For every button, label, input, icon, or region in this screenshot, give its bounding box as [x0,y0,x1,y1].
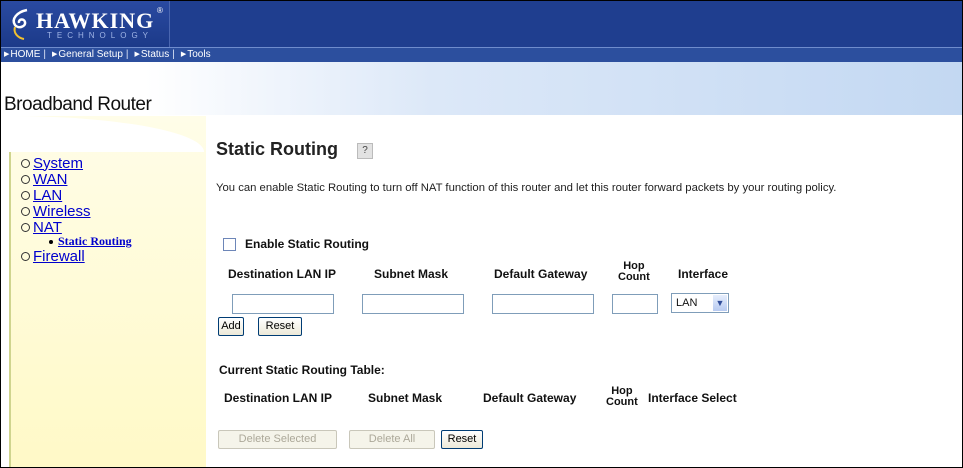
registered-mark: ® [157,6,163,15]
circle-bullet-icon [21,190,30,200]
chevron-down-icon: ▼ [713,295,727,311]
sidebar-item-label: LAN [33,186,63,204]
circle-bullet-icon [21,251,30,261]
default-gateway-input[interactable] [492,294,594,314]
product-title: Broadband Router [4,94,152,115]
dot-bullet-icon [49,239,53,244]
sidebar-item-wireless[interactable]: Wireless [21,202,132,220]
sidebar-item-label: Wireless [33,202,91,220]
sidebar-menu: System WAN LAN Wireless NAT Static Routi… [21,154,132,265]
enable-static-routing: Enable Static Routing [223,237,369,251]
circle-bullet-icon [21,174,30,184]
table-header-gateway: Default Gateway [483,391,577,405]
interface-select-value: LAN [676,297,698,309]
nav-general-setup-label: General Setup [58,49,123,60]
routing-table-title: Current Static Routing Table: [219,363,385,377]
table-header-destination: Destination LAN IP [224,391,333,405]
arrow-right-icon: ▶ [134,51,140,58]
nav-separator: | [172,49,175,60]
hawking-logo: HAWKING TECHNOLOGY ® [1,1,170,47]
reset-button[interactable]: Reset [258,317,302,336]
sidebar-item-nat[interactable]: NAT [21,218,132,236]
column-header-hop-count: Hop Count [618,261,650,283]
column-header-destination: Destination LAN IP [228,267,337,281]
table-header-interface-select: Interface Select [648,391,737,405]
nav-home-label: HOME [10,49,41,60]
page-frame: HAWKING TECHNOLOGY ® ▶HOME | ▶General Setu… [0,0,963,468]
nav-general-setup[interactable]: ▶General Setup [49,48,123,62]
enable-static-routing-checkbox[interactable] [223,237,236,251]
nav-separator: | [125,49,129,60]
sidebar-item-lan[interactable]: LAN [21,186,132,204]
nav-status-label: Status [140,49,170,60]
column-header-interface: Interface [678,267,729,281]
sidebar-item-system[interactable]: System [21,154,132,172]
circle-bullet-icon [21,158,30,168]
top-nav: ▶HOME | ▶General Setup | ▶Status | ▶Tools [1,47,962,62]
arrow-right-icon: ▶ [52,51,58,58]
logo-tagline: TECHNOLOGY [47,31,154,40]
delete-selected-button[interactable]: Delete Selected [218,430,337,449]
hop-count-input[interactable] [612,294,658,314]
table-header-subnet-mask: Subnet Mask [368,391,443,405]
swirl-icon [12,8,28,40]
nav-tools[interactable]: ▶Tools [178,48,211,62]
sidebar-item-firewall[interactable]: Firewall [21,247,132,265]
arrow-right-icon: ▶ [4,51,10,58]
help-icon[interactable]: ? [357,143,373,159]
destination-ip-input[interactable] [232,294,334,314]
circle-bullet-icon [21,206,30,216]
page-title: Static Routing [216,139,338,159]
interface-select[interactable]: LAN ▼ [671,293,729,313]
reset-table-button[interactable]: Reset [441,430,483,449]
count-label: Count [606,396,638,408]
subnet-mask-input[interactable] [362,294,464,314]
arrow-right-icon: ▶ [180,51,187,58]
add-button[interactable]: Add [218,317,244,336]
column-header-gateway: Default Gateway [494,267,588,281]
page-description: You can enable Static Routing to turn of… [216,182,837,194]
nav-tools-label: Tools [187,49,211,60]
table-header-hop-count: Hop Count [606,386,638,408]
sidebar-item-label: Firewall [33,247,85,265]
nav-separator: | [43,49,46,60]
header-bar: HAWKING TECHNOLOGY ® [1,1,962,47]
enable-static-routing-label: Enable Static Routing [245,237,370,251]
sidebar-item-wan[interactable]: WAN [21,170,132,188]
delete-all-button[interactable]: Delete All [349,430,435,449]
nav-status[interactable]: ▶Status [132,48,170,62]
sidebar-item-label: System [33,154,84,172]
column-header-subnet-mask: Subnet Mask [374,267,449,281]
circle-bullet-icon [21,222,30,232]
sidebar-subitem-static-routing[interactable]: Static Routing [49,234,132,248]
sidebar-item-label: NAT [33,218,62,236]
sidebar-item-label: WAN [33,170,68,188]
nav-home[interactable]: ▶HOME [1,48,40,62]
count-label: Count [618,271,650,283]
